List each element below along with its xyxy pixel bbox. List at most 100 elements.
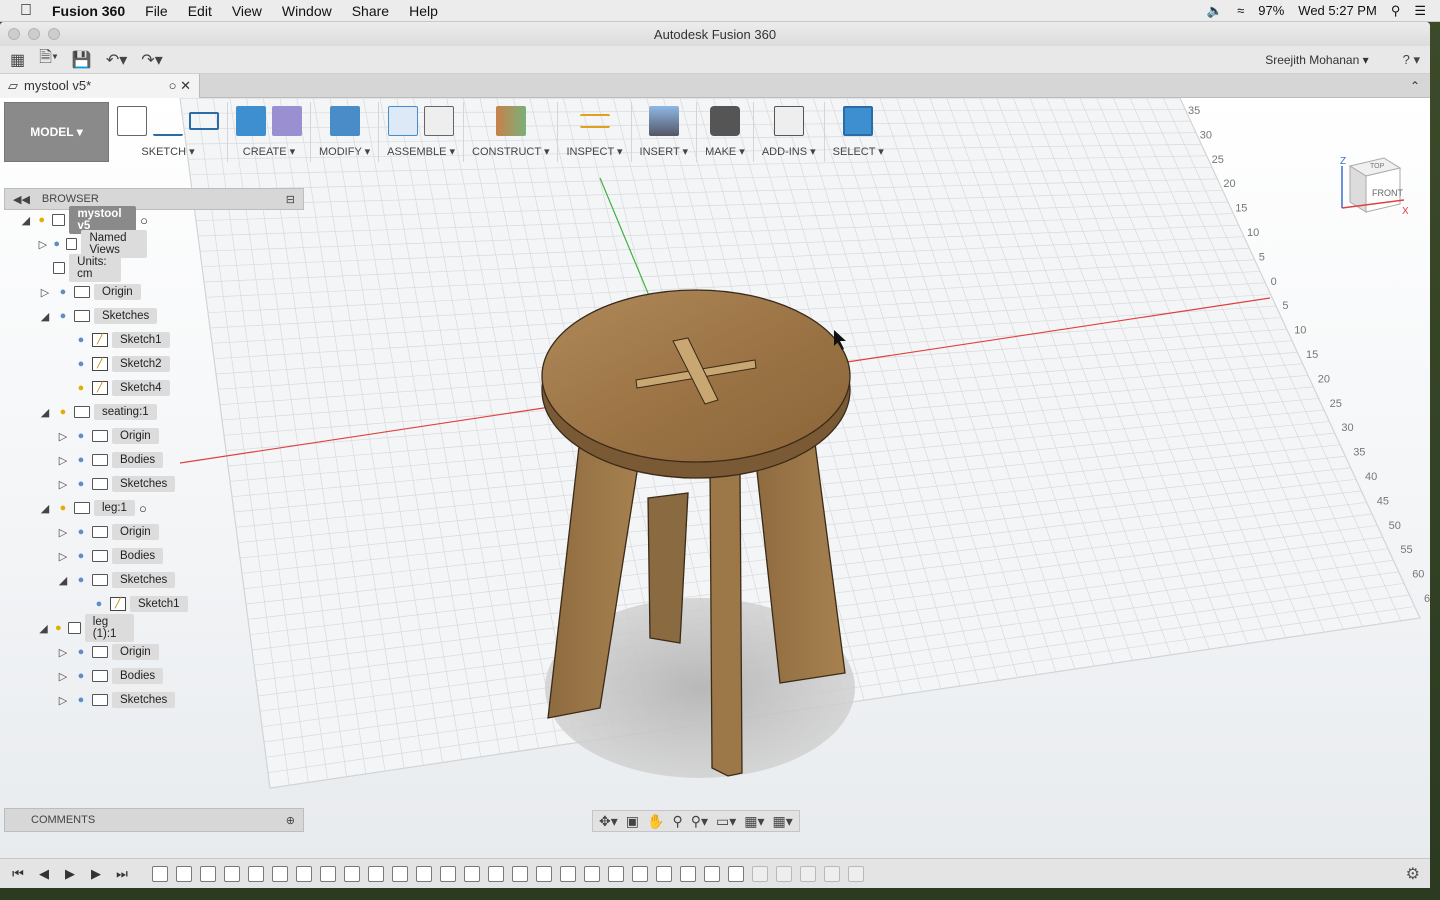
3d-viewport[interactable]: 353025201510505101520253035404550556065 … bbox=[0, 98, 1430, 858]
extrude-icon[interactable] bbox=[236, 106, 266, 136]
timeline-feature-icon[interactable] bbox=[848, 865, 864, 882]
measure-icon[interactable] bbox=[579, 114, 610, 128]
menu-window[interactable]: Window bbox=[272, 3, 342, 19]
timeline-feature-icon[interactable] bbox=[512, 865, 528, 882]
menu-edit[interactable]: Edit bbox=[178, 3, 222, 19]
file-icon[interactable]: 🗎▾ bbox=[39, 46, 58, 73]
browser-header[interactable]: ◀◀ BROWSER ⊟ bbox=[4, 188, 304, 210]
list-icon[interactable]: ☰ bbox=[1414, 3, 1426, 19]
visibility-bulb-icon[interactable]: ● bbox=[74, 454, 88, 466]
timeline-feature-icon[interactable] bbox=[272, 865, 288, 882]
grid-settings-icon[interactable]: ▦▾ bbox=[744, 813, 764, 830]
new-component-icon[interactable] bbox=[388, 106, 419, 136]
browser-tree-node[interactable]: ▷ ● Origin bbox=[56, 642, 159, 662]
minimize-window-button[interactable] bbox=[28, 28, 40, 40]
visibility-bulb-icon[interactable]: ● bbox=[56, 502, 70, 514]
timeline-feature-icon[interactable] bbox=[584, 865, 600, 882]
settings-gear-icon[interactable]: ⚙ bbox=[1406, 864, 1420, 884]
expand-icon[interactable]: ▷ bbox=[38, 238, 48, 251]
visibility-bulb-icon[interactable]: ● bbox=[74, 574, 88, 586]
document-tab[interactable]: ▱ mystool v5* ○ ✕ bbox=[0, 73, 200, 98]
browser-tree-node[interactable]: ▷ ● Origin bbox=[56, 522, 159, 542]
line-icon[interactable] bbox=[153, 106, 183, 136]
orbit-icon[interactable]: ✥▾ bbox=[599, 813, 618, 830]
browser-tree-node[interactable]: Units: cm bbox=[38, 254, 122, 282]
visibility-bulb-icon[interactable]: ● bbox=[74, 382, 88, 394]
timeline-feature-icon[interactable] bbox=[656, 865, 672, 882]
close-tab-icon[interactable]: ○ ✕ bbox=[169, 78, 191, 94]
zoom-window-button[interactable] bbox=[48, 28, 60, 40]
assemble-menu[interactable]: ASSEMBLE ▾ bbox=[387, 145, 455, 158]
timeline-feature-icon[interactable] bbox=[800, 865, 816, 882]
visibility-bulb-icon[interactable]: ● bbox=[74, 670, 88, 682]
expand-icon[interactable]: ▷ bbox=[56, 646, 70, 659]
timeline-feature-icon[interactable] bbox=[248, 865, 264, 882]
browser-tree-node[interactable]: ◢ ● Sketches bbox=[38, 306, 158, 326]
browser-tree-node[interactable]: ◢ ● leg (1):1 bbox=[38, 614, 134, 642]
timeline-feature-icon[interactable] bbox=[416, 865, 432, 882]
timeline-feature-icon[interactable] bbox=[488, 865, 504, 882]
make-menu[interactable]: MAKE ▾ bbox=[705, 145, 745, 158]
collapse-icon[interactable]: ◢ bbox=[56, 574, 70, 587]
expand-icon[interactable]: ▷ bbox=[56, 478, 70, 491]
volume-icon[interactable]: 🔈 bbox=[1207, 3, 1223, 19]
visibility-bulb-icon[interactable]: ● bbox=[74, 430, 88, 442]
activate-radio-icon[interactable]: ○ bbox=[139, 501, 147, 516]
timeline-feature-icon[interactable] bbox=[680, 865, 696, 882]
form-icon[interactable] bbox=[272, 106, 302, 136]
browser-tree-node[interactable]: ▷ ● Bodies bbox=[56, 666, 164, 686]
timeline-feature-icon[interactable] bbox=[296, 865, 312, 882]
undo-icon[interactable]: ↶▾ bbox=[106, 50, 127, 70]
visibility-bulb-icon[interactable]: ● bbox=[56, 406, 70, 418]
timeline-feature-icon[interactable] bbox=[824, 865, 840, 882]
menu-view[interactable]: View bbox=[222, 3, 272, 19]
timeline-feature-icon[interactable] bbox=[320, 865, 336, 882]
pan-icon[interactable]: ✋ bbox=[647, 813, 664, 830]
timeline-feature-icon[interactable] bbox=[704, 865, 720, 882]
browser-tree-node[interactable]: ◢ ● seating:1 bbox=[38, 402, 157, 422]
view-cube[interactable]: Z X TOP FRONT bbox=[1338, 152, 1409, 222]
visibility-bulb-icon[interactable]: ● bbox=[74, 646, 88, 658]
insert-image-icon[interactable] bbox=[648, 106, 679, 136]
workspace-switcher[interactable]: MODEL ▾ bbox=[4, 102, 109, 162]
timeline-back-icon[interactable]: ◀ bbox=[36, 866, 52, 882]
timeline-end-icon[interactable]: ⏭ bbox=[114, 866, 130, 882]
construct-menu[interactable]: CONSTRUCT ▾ bbox=[472, 145, 549, 158]
expand-icon[interactable]: ▷ bbox=[56, 526, 70, 539]
collapse-icon[interactable]: ◢ bbox=[38, 406, 52, 419]
zoom-icon[interactable]: ⚲ bbox=[672, 813, 682, 830]
timeline-feature-icon[interactable] bbox=[176, 865, 192, 882]
3d-print-icon[interactable] bbox=[709, 106, 740, 136]
activate-radio-icon[interactable]: ○ bbox=[140, 213, 148, 228]
redo-icon[interactable]: ↷▾ bbox=[141, 50, 162, 70]
timeline-feature-icon[interactable] bbox=[464, 865, 480, 882]
timeline-feature-icon[interactable] bbox=[200, 865, 216, 882]
visibility-bulb-icon[interactable]: ● bbox=[74, 526, 88, 538]
expand-icon[interactable]: ▷ bbox=[56, 694, 70, 707]
menu-file[interactable]: File bbox=[135, 3, 178, 19]
make-group[interactable]: MAKE ▾ bbox=[697, 102, 754, 162]
help-button[interactable]: ? ▾ bbox=[1403, 52, 1420, 68]
browser-tree-node[interactable]: ◢ ● Sketches bbox=[56, 570, 176, 590]
joint-icon[interactable] bbox=[424, 106, 455, 136]
fit-icon[interactable]: ⚲▾ bbox=[691, 813, 708, 830]
select-group[interactable]: SELECT ▾ bbox=[825, 102, 892, 162]
timeline-feature-icon[interactable] bbox=[560, 865, 576, 882]
timeline-feature-icon[interactable] bbox=[152, 865, 168, 882]
clock[interactable]: Wed 5:27 PM bbox=[1298, 3, 1377, 18]
collapse-toolbar-icon[interactable]: ⌃ bbox=[1410, 79, 1420, 93]
expand-icon[interactable]: ▷ bbox=[56, 670, 70, 683]
expand-icon[interactable]: ▷ bbox=[56, 454, 70, 467]
timeline-feature-icon[interactable] bbox=[632, 865, 648, 882]
visibility-bulb-icon[interactable]: ● bbox=[53, 622, 64, 634]
comments-panel[interactable]: COMMENTS ⊕ bbox=[4, 808, 304, 832]
timeline-forward-icon[interactable]: ▶ bbox=[88, 866, 104, 882]
visibility-bulb-icon[interactable]: ● bbox=[74, 478, 88, 490]
collapse-icon[interactable]: ◢ bbox=[38, 310, 52, 323]
display-settings-icon[interactable]: ▭▾ bbox=[716, 813, 736, 830]
minimize-browser-icon[interactable]: ⊟ bbox=[286, 193, 295, 206]
expand-icon[interactable]: ▷ bbox=[38, 286, 52, 299]
timeline-feature-icon[interactable] bbox=[776, 865, 792, 882]
grid-menu-icon[interactable]: ▦ bbox=[10, 50, 25, 70]
browser-tree-node[interactable]: ● ╱ Sketch1 bbox=[56, 330, 170, 350]
